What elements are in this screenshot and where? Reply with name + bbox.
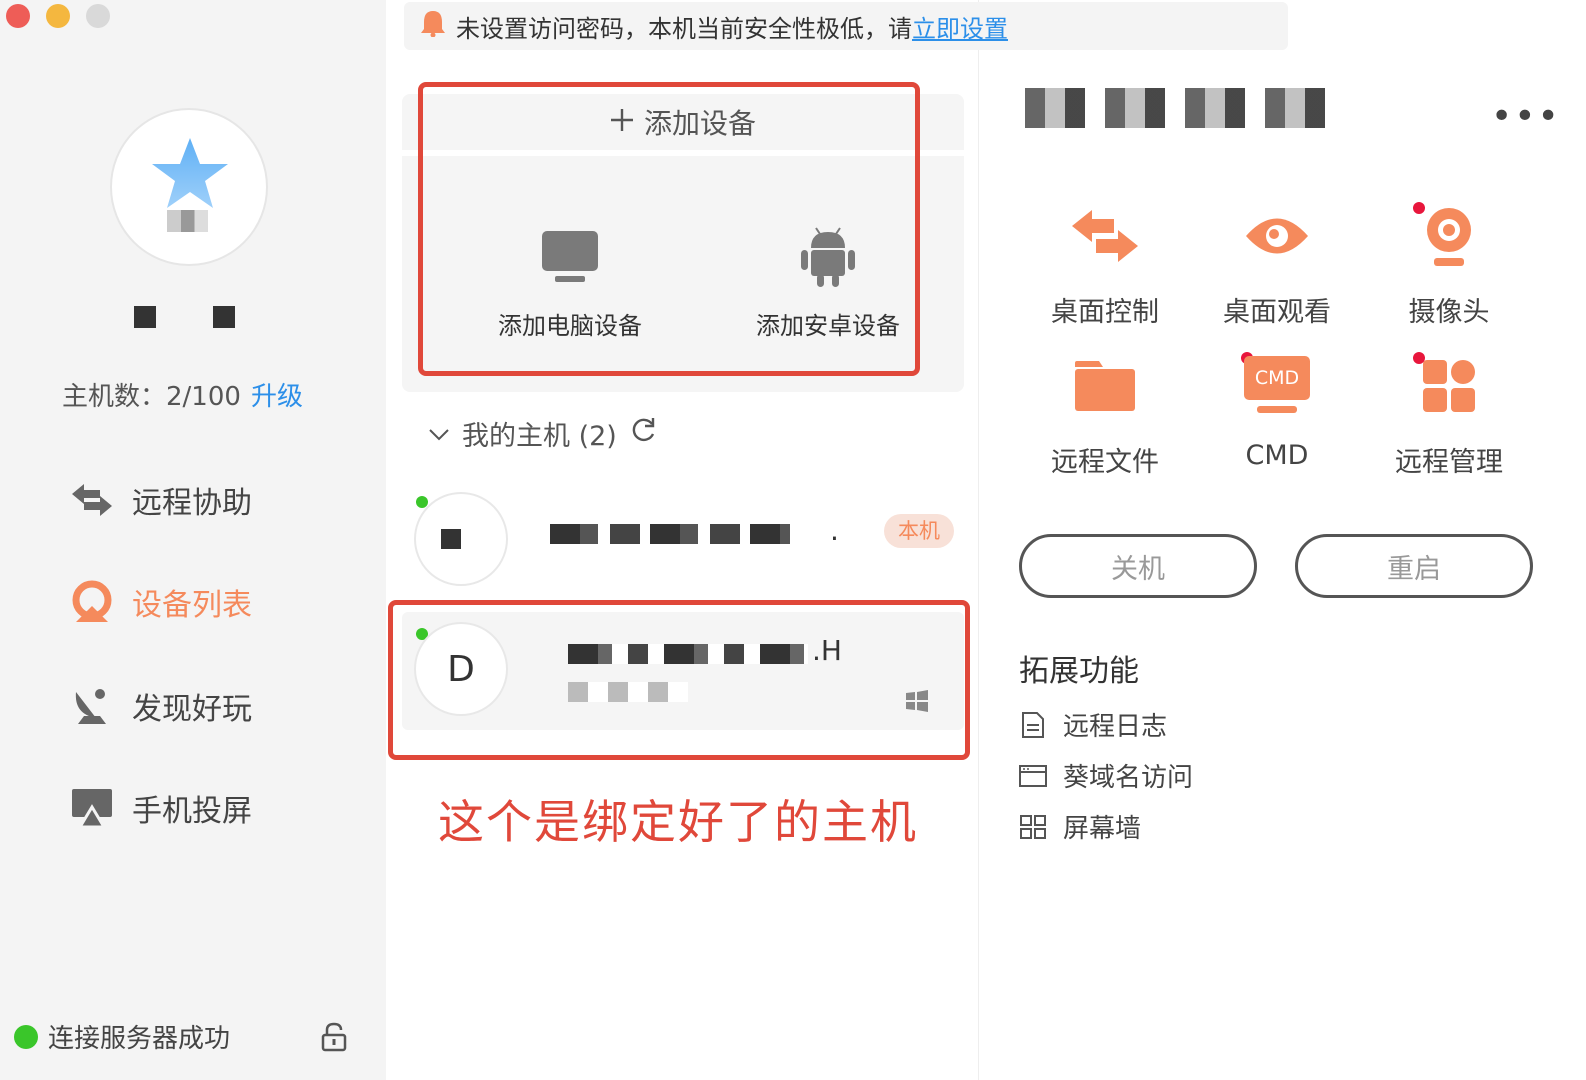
- host-row-local[interactable]: . 本机: [402, 478, 964, 596]
- extensions-title: 拓展功能: [1019, 654, 1139, 689]
- connection-status: 连接服务器成功: [14, 1018, 230, 1055]
- windows-icon: [906, 690, 928, 716]
- shutdown-button[interactable]: 关机: [1019, 534, 1257, 598]
- add-computer-label: 添加电脑设备: [498, 312, 642, 340]
- nav-label: 远程协助: [132, 486, 252, 521]
- monitor-icon: [470, 222, 670, 292]
- ext-label: 屏幕墙: [1063, 814, 1142, 844]
- feature-label: 远程管理: [1395, 447, 1503, 478]
- minimize-window-button[interactable]: [46, 4, 70, 28]
- local-machine-badge: 本机: [884, 514, 954, 548]
- selected-host-name-pixelated: [1025, 88, 1325, 128]
- host-count-label: 主机数：2/100: [62, 382, 241, 412]
- annotation-text: 这个是绑定好了的主机: [438, 795, 918, 849]
- ext-label: 远程日志: [1063, 712, 1168, 742]
- device-list-icon: [70, 580, 114, 624]
- user-avatar[interactable]: [110, 108, 268, 266]
- close-window-button[interactable]: [6, 4, 30, 28]
- star-icon: [152, 138, 228, 208]
- new-badge-dot: [1413, 202, 1425, 214]
- feature-desktop-control[interactable]: 桌面控制: [1025, 196, 1185, 329]
- set-password-link[interactable]: 立即设置: [912, 15, 1008, 43]
- feature-camera[interactable]: 摄像头: [1369, 196, 1529, 329]
- ext-domain-access[interactable]: 葵域名访问: [1019, 757, 1193, 794]
- more-options-icon[interactable]: •••: [1491, 96, 1561, 137]
- folder-icon: [1025, 346, 1185, 426]
- window-controls: [6, 4, 110, 28]
- ext-screen-wall[interactable]: 屏幕墙: [1019, 808, 1141, 845]
- cmd-icon-text: CMD: [1244, 356, 1310, 400]
- feature-label: 摄像头: [1408, 297, 1490, 328]
- new-badge-dot: [1413, 352, 1425, 364]
- camera-icon: [1369, 196, 1529, 276]
- upgrade-link[interactable]: 升级: [251, 382, 303, 412]
- avatar-pixelated-text: [156, 210, 218, 232]
- add-computer-device[interactable]: 添加电脑设备: [470, 222, 670, 341]
- host-name-pixelated: [568, 644, 808, 664]
- add-device-label: 添加设备: [643, 107, 756, 140]
- plus-icon: [610, 106, 634, 139]
- host-row-bound[interactable]: D .H: [402, 612, 964, 730]
- nav-label: 发现好玩: [132, 692, 252, 727]
- status-dot: [14, 1024, 38, 1049]
- username-pixel: [134, 306, 156, 328]
- chevron-down-icon: [428, 418, 450, 449]
- desktop-control-icon: [1025, 196, 1185, 276]
- host-avatar: D: [414, 622, 508, 716]
- add-device-button[interactable]: 添加设备: [402, 94, 964, 156]
- remote-manage-icon: [1369, 346, 1529, 426]
- nav-screen-cast[interactable]: 手机投屏: [70, 786, 252, 830]
- host-detail-panel: ••• 桌面控制 桌面观看 摄像头 远程文件 CMD CMD 远程管理 关机 重…: [978, 0, 1586, 1080]
- nav-label: 设备列表: [132, 588, 252, 623]
- feature-remote-files[interactable]: 远程文件: [1025, 346, 1185, 479]
- ext-label: 葵域名访问: [1063, 763, 1194, 793]
- feature-label: 远程文件: [1051, 447, 1159, 478]
- feature-desktop-view[interactable]: 桌面观看: [1197, 196, 1357, 329]
- screen-cast-icon: [70, 786, 114, 830]
- refresh-icon[interactable]: [629, 416, 657, 451]
- add-android-device[interactable]: 添加安卓设备: [728, 222, 928, 341]
- username-pixel: [213, 306, 235, 328]
- maximize-window-button[interactable]: [86, 4, 110, 28]
- nav-remote-assist[interactable]: 远程协助: [70, 478, 252, 522]
- satellite-dish-icon: [70, 684, 114, 728]
- arrows-swap-icon: [70, 478, 114, 522]
- sidebar: 主机数：2/100 升级 远程协助 设备列表 发现好玩 手机投屏 连接服务器成功: [0, 0, 386, 1080]
- feature-label: 桌面控制: [1051, 297, 1159, 328]
- nav-discover[interactable]: 发现好玩: [70, 684, 252, 728]
- host-name-pixelated: [550, 524, 790, 544]
- add-android-label: 添加安卓设备: [756, 312, 900, 340]
- host-id-pixelated: [568, 682, 688, 702]
- banner-text: 未设置访问密码，本机当前安全性极低，请: [456, 14, 912, 43]
- feature-label: 桌面观看: [1223, 297, 1331, 328]
- lock-icon[interactable]: [320, 1022, 348, 1056]
- host-name-suffix: .: [830, 514, 839, 547]
- ext-remote-log[interactable]: 远程日志: [1019, 706, 1167, 743]
- restart-button[interactable]: 重启: [1295, 534, 1533, 598]
- bell-icon: [420, 9, 446, 43]
- security-banner: 未设置访问密码，本机当前安全性极低，请立即设置: [404, 2, 1288, 50]
- nav-label: 手机投屏: [132, 794, 252, 829]
- domain-window-icon: [1019, 762, 1047, 790]
- eye-icon: [1197, 196, 1357, 276]
- nav-device-list[interactable]: 设备列表: [70, 580, 252, 624]
- feature-remote-manage[interactable]: 远程管理: [1369, 346, 1529, 479]
- my-hosts-label: 我的主机 (2): [462, 421, 617, 452]
- status-text: 连接服务器成功: [48, 1024, 231, 1054]
- cmd-icon: CMD: [1197, 346, 1357, 426]
- host-avatar: [414, 492, 508, 586]
- log-document-icon: [1019, 711, 1047, 739]
- android-icon: [728, 222, 928, 292]
- feature-cmd[interactable]: CMD CMD: [1197, 346, 1357, 471]
- add-device-panel: 添加设备 添加电脑设备 添加安卓设备: [402, 94, 964, 392]
- my-hosts-header[interactable]: 我的主机 (2): [428, 414, 657, 453]
- feature-label: CMD: [1245, 440, 1309, 471]
- grid-icon: [1019, 813, 1047, 841]
- host-count: 主机数：2/100 升级: [62, 376, 303, 413]
- device-list-panel: 未设置访问密码，本机当前安全性极低，请立即设置 添加设备 添加电脑设备 添加安卓…: [386, 0, 1288, 1080]
- host-name-suffix: .H: [812, 634, 842, 667]
